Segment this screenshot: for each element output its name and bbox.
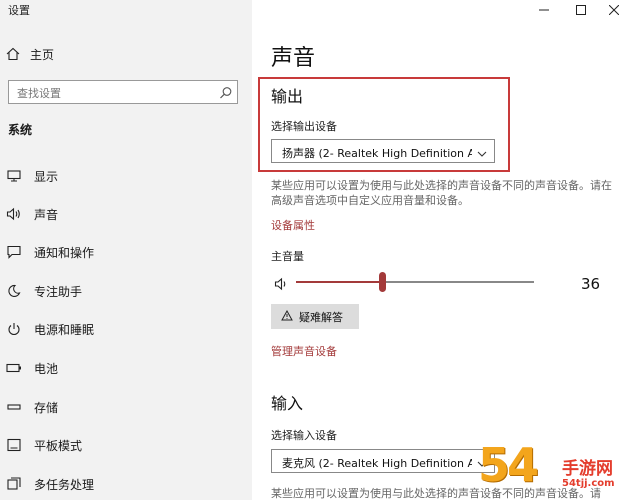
sidebar-item-label: 通知和操作 [34,245,95,260]
notification-icon [6,244,22,260]
search-placeholder: 查找设置 [17,87,61,100]
storage-icon [6,399,22,415]
search-icon[interactable] [219,85,233,99]
watermark-url: 54tjj.com [562,478,615,489]
troubleshoot-button[interactable]: 疑难解答 [271,304,359,329]
sidebar-item-multitasking[interactable]: 多任务处理 [6,473,246,495]
sidebar-item-tablet-mode[interactable]: 平板模式 [6,434,246,456]
sidebar-item-label: 专注助手 [34,284,83,299]
volume-value: 36 [581,275,601,293]
sidebar-item-label: 平板模式 [34,438,83,453]
input-device-label: 选择输入设备 [271,429,337,442]
power-icon [6,321,22,337]
output-device-value: 扬声器 (2- Realtek High Definition A... [282,147,472,160]
sidebar-item-display[interactable]: 显示 [6,165,246,187]
sidebar-item-label: 存储 [34,400,59,415]
sidebar-item-label: 电池 [34,361,59,376]
volume-slider-thumb[interactable] [379,272,386,292]
main-content: 声音 输出 选择输出设备 扬声器 (2- Realtek High Defini… [252,0,632,500]
page-title: 声音 [271,46,316,71]
sidebar: 设置 主页 查找设置 系统 显示 声音 通知和操作 专注助手 电源和睡眠 电池 … [0,0,252,500]
sidebar-item-label: 多任务处理 [34,477,95,492]
input-heading: 输入 [271,394,304,413]
home-label: 主页 [30,47,55,62]
sidebar-item-label: 电源和睡眠 [34,322,95,337]
sidebar-item-label: 显示 [34,169,59,184]
tablet-icon [6,437,22,453]
master-volume-label: 主音量 [271,250,304,263]
output-device-select[interactable]: 扬声器 (2- Realtek High Definition A... [271,139,495,163]
speaker-icon [6,206,22,222]
sidebar-item-sound[interactable]: 声音 [6,203,246,225]
sidebar-item-label: 声音 [34,207,59,222]
input-device-value: 麦克风 (2- Realtek High Definition A... [282,457,472,470]
output-description: 某些应用可以设置为使用与此处选择的声音设备不同的声音设备。请在高级声音选项中自定… [271,179,612,207]
watermark-brand: 手游网 [562,459,613,479]
battery-icon [6,360,22,376]
volume-slider-fill [296,281,382,283]
monitor-icon [6,168,22,184]
troubleshoot-label: 疑难解答 [299,311,343,324]
moon-icon [6,283,22,299]
device-properties-link[interactable]: 设备属性 [271,217,315,233]
search-input[interactable]: 查找设置 [8,80,238,104]
sidebar-item-notifications[interactable]: 通知和操作 [6,241,246,263]
sidebar-section-title: 系统 [8,123,33,137]
manage-sound-devices-link[interactable]: 管理声音设备 [271,343,337,359]
window-title: 设置 [8,4,30,17]
watermark-number: 54 [478,438,539,492]
sidebar-item-power-sleep[interactable]: 电源和睡眠 [6,318,246,340]
input-device-select[interactable]: 麦克风 (2- Realtek High Definition A... [271,449,495,473]
output-device-label: 选择输出设备 [271,120,337,133]
speaker-icon[interactable] [274,276,290,295]
output-heading: 输出 [271,87,304,106]
volume-slider[interactable] [296,272,534,292]
home-icon [6,47,20,61]
sidebar-item-storage[interactable]: 存储 [6,396,246,418]
sidebar-item-battery[interactable]: 电池 [6,357,246,379]
multitask-icon [6,476,22,492]
warning-icon [281,309,293,324]
sidebar-item-focus-assist[interactable]: 专注助手 [6,280,246,302]
site-watermark: 54 手游网 54tjj.com [478,438,628,498]
home-nav-item[interactable]: 主页 [6,44,54,64]
chevron-down-icon [476,145,488,164]
